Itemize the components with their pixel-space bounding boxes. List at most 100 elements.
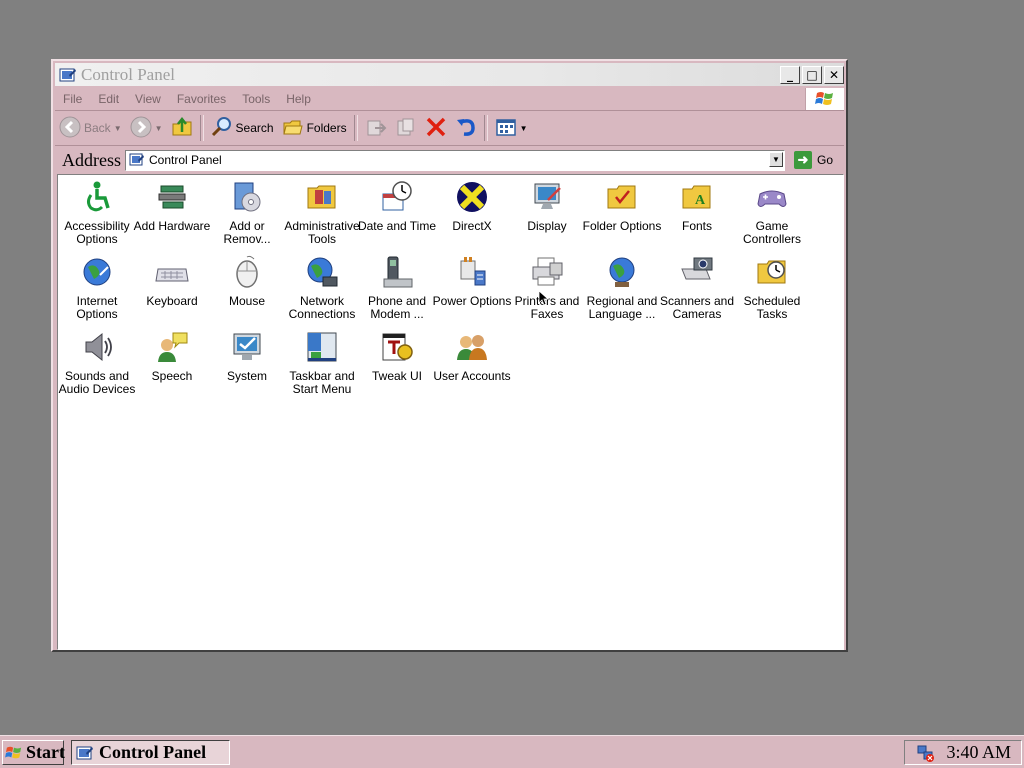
control-panel-item[interactable]: Network Connections: [285, 255, 359, 321]
game-controllers-icon: [755, 180, 789, 214]
control-panel-item-label: Network Connections: [288, 294, 356, 321]
control-panel-item[interactable]: Add or Remov...: [210, 180, 284, 246]
views-dropdown-icon[interactable]: ▼: [520, 124, 528, 133]
control-panel-item[interactable]: Phone and Modem ...: [360, 255, 434, 321]
printers-faxes-icon: [530, 255, 564, 289]
up-folder-icon: [171, 116, 193, 141]
control-panel-item-label: Tweak UI: [371, 369, 422, 383]
folders-label: Folders: [306, 121, 347, 135]
control-panel-item[interactable]: Tweak UI: [360, 330, 434, 383]
back-button[interactable]: Back ▼: [55, 114, 126, 142]
internet-options-icon: [80, 255, 114, 289]
menu-file[interactable]: File: [55, 92, 90, 106]
network-connections-icon: [305, 255, 339, 289]
keyboard-icon: [155, 255, 189, 289]
control-panel-item[interactable]: Date and Time: [358, 180, 436, 233]
sounds-audio-icon: [80, 330, 114, 364]
go-button[interactable]: ➜ Go: [794, 151, 833, 169]
address-value: Control Panel: [149, 153, 222, 167]
up-folder-button[interactable]: [167, 114, 197, 142]
close-icon: ✕: [828, 67, 840, 82]
control-panel-item[interactable]: System: [210, 330, 284, 383]
control-panel-item[interactable]: Regional and Language ...: [585, 255, 659, 321]
start-button[interactable]: Start: [2, 740, 65, 765]
control-panel-item-label: Sounds and Audio Devices: [58, 369, 136, 396]
menu-edit[interactable]: Edit: [90, 92, 127, 106]
control-panel-item-label: Game Controllers: [742, 219, 802, 246]
back-dropdown-icon[interactable]: ▼: [114, 124, 122, 133]
control-panel-item[interactable]: Internet Options: [60, 255, 134, 321]
control-panel-item-label: Scheduled Tasks: [743, 294, 801, 321]
user-accounts-icon: [455, 330, 489, 364]
menu-view[interactable]: View: [127, 92, 169, 106]
control-panel-item[interactable]: A Fonts: [660, 180, 734, 233]
taskbar-button-control-panel[interactable]: Control Panel: [71, 740, 230, 765]
undo-button[interactable]: [451, 114, 481, 142]
control-panel-item[interactable]: Keyboard: [135, 255, 209, 308]
search-label: Search: [235, 121, 274, 135]
control-panel-item-label: Add or Remov...: [223, 219, 271, 246]
search-button[interactable]: Search: [207, 114, 278, 142]
control-panel-item-label: Display: [527, 219, 567, 233]
control-panel-item-label: Add Hardware: [133, 219, 211, 233]
maximize-button[interactable]: □: [802, 65, 822, 84]
control-panel-item[interactable]: Taskbar and Start Menu: [285, 330, 359, 396]
administrative-tools-icon: [305, 180, 339, 214]
control-panel-task-icon: [76, 744, 94, 762]
forward-arrow-icon: [130, 116, 152, 141]
control-panel-item[interactable]: Folder Options: [583, 180, 661, 233]
toolbar-separator: [353, 115, 358, 141]
views-button[interactable]: ▼: [491, 114, 532, 142]
control-panel-item[interactable]: Administrative Tools: [284, 180, 360, 246]
move-to-icon: [365, 116, 387, 141]
control-panel-item[interactable]: Printers and Faxes: [510, 255, 584, 321]
accessibility-icon: [80, 180, 114, 214]
control-panel-item[interactable]: Scheduled Tasks: [735, 255, 809, 321]
control-panel-item[interactable]: Power Options: [433, 255, 511, 308]
taskbar-start-menu-icon: [305, 330, 339, 364]
address-field[interactable]: Control Panel ▼: [125, 149, 785, 171]
control-panel-icon: [59, 66, 77, 84]
control-panel-item[interactable]: User Accounts: [433, 330, 511, 383]
control-panel-item[interactable]: Display: [510, 180, 584, 233]
address-dropdown-icon[interactable]: ▼: [769, 151, 783, 167]
menu-favorites[interactable]: Favorites: [169, 92, 234, 106]
date-time-icon: [380, 180, 414, 214]
control-panel-item[interactable]: Add Hardware: [134, 180, 210, 233]
minimize-button[interactable]: _: [780, 65, 800, 84]
control-panel-item[interactable]: Scanners and Cameras: [660, 255, 734, 321]
move-to-button[interactable]: [361, 114, 391, 142]
control-panel-item-label: DirectX: [452, 219, 492, 233]
control-panel-item[interactable]: Game Controllers: [735, 180, 809, 246]
control-panel-item[interactable]: Mouse: [210, 255, 284, 308]
folders-button[interactable]: Folders: [278, 114, 351, 142]
menu-help[interactable]: Help: [278, 92, 319, 106]
control-panel-item-label: Regional and Language ...: [586, 294, 658, 321]
copy-to-icon: [395, 116, 417, 141]
forward-dropdown-icon[interactable]: ▼: [155, 124, 163, 133]
windows-logo-icon: [805, 88, 844, 110]
window-title: Control Panel: [81, 64, 175, 84]
close-button[interactable]: ✕: [824, 65, 844, 84]
copy-to-button[interactable]: [391, 114, 421, 142]
menu-tools[interactable]: Tools: [234, 92, 278, 106]
mouse-icon: [230, 255, 264, 289]
standard-toolbar: Back ▼ ▼ Search Folders ▼: [55, 111, 844, 146]
control-panel-item[interactable]: DirectX: [435, 180, 509, 233]
scanners-cameras-icon: [680, 255, 714, 289]
system-icon: [230, 330, 264, 364]
control-panel-item[interactable]: Speech: [135, 330, 209, 383]
forward-button[interactable]: ▼: [126, 114, 167, 142]
go-label: Go: [817, 153, 834, 167]
add-hardware-icon: [155, 180, 189, 214]
network-tray-icon[interactable]: [916, 743, 936, 763]
control-panel-item[interactable]: Sounds and Audio Devices: [59, 330, 135, 396]
control-panel-item[interactable]: Accessibility Options: [60, 180, 134, 246]
tweak-ui-icon: [380, 330, 414, 364]
directx-icon: [455, 180, 489, 214]
delete-button[interactable]: [421, 114, 451, 142]
clock[interactable]: 3:40 AM: [946, 742, 1011, 763]
speech-icon: [155, 330, 189, 364]
title-bar[interactable]: Control Panel _ □ ✕: [55, 63, 844, 86]
control-panel-item-label: Speech: [151, 369, 193, 383]
